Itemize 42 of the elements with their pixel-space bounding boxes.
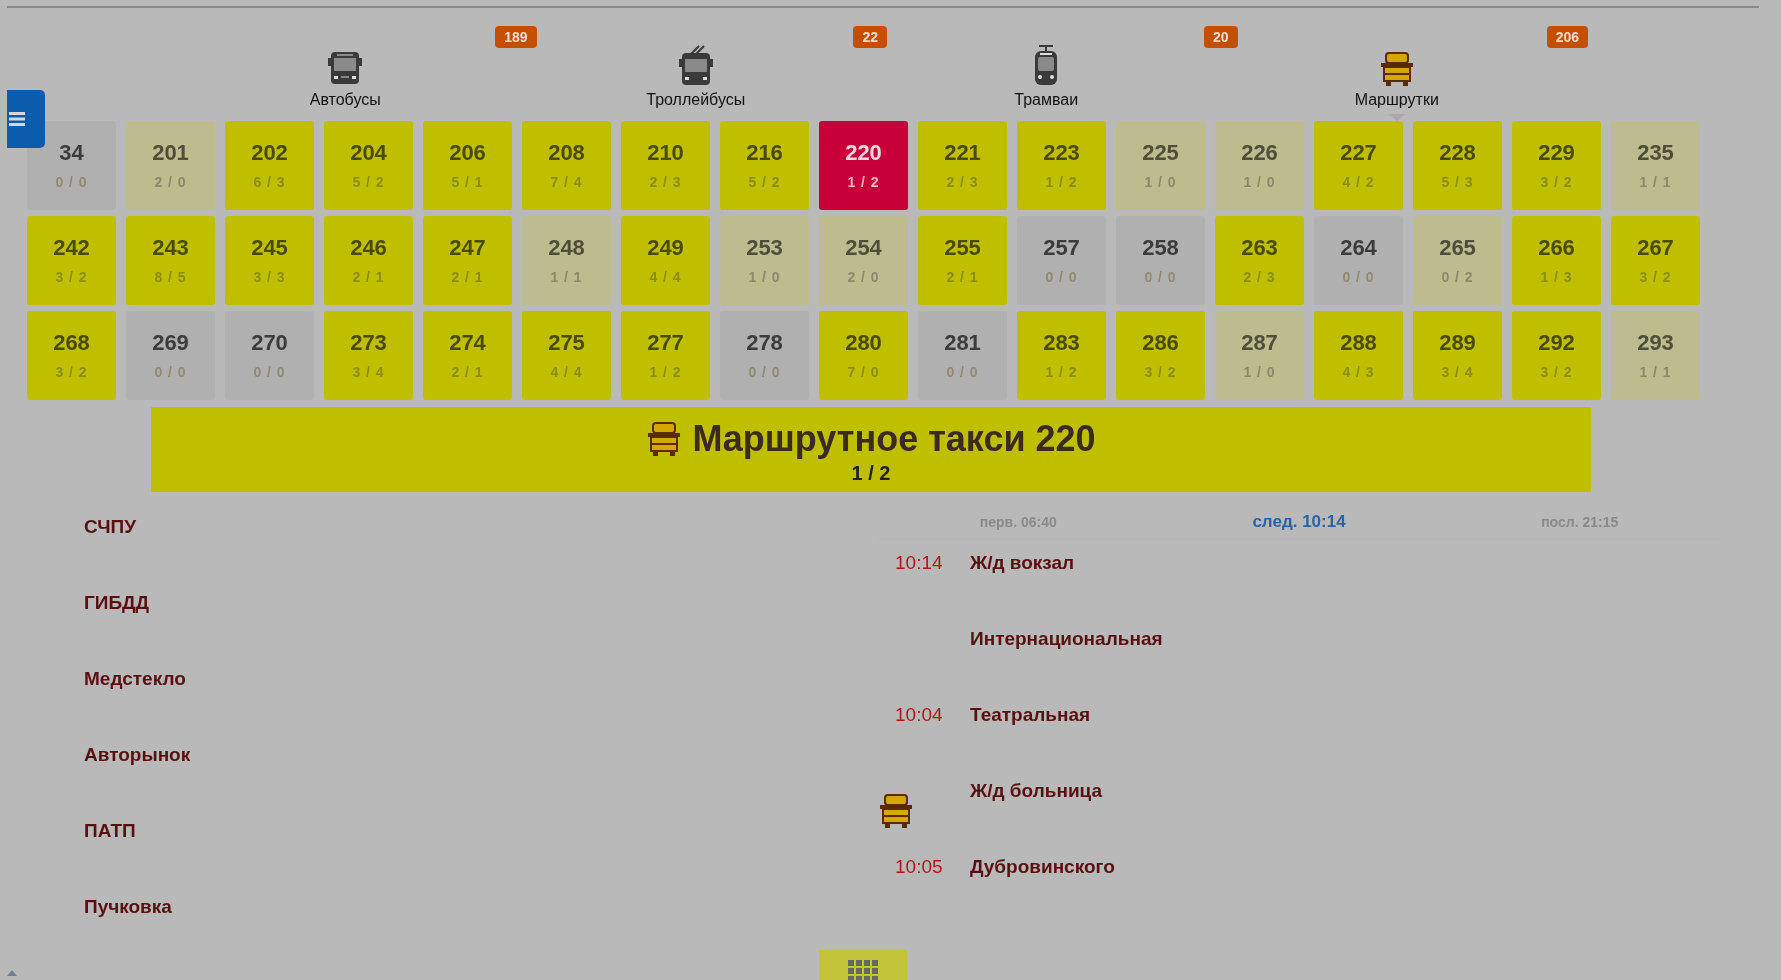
stop-link[interactable]: Ж/д больница	[970, 777, 1103, 805]
stop-link[interactable]: Дубровинского	[970, 853, 1115, 881]
route-counts: 1 / 2	[851, 461, 891, 485]
transport-tab[interactable]: Автобусы	[309, 48, 381, 121]
arrival-time: 10:14	[895, 552, 943, 574]
arrival-time: 10:05	[895, 856, 943, 878]
stop-link[interactable]: ПАТП	[84, 820, 136, 842]
transport-tab[interactable]: Троллейбусы	[646, 44, 746, 121]
scroll-up-icon[interactable]	[7, 970, 17, 976]
route-tile[interactable]: 258 0 / 0	[1116, 215, 1205, 305]
menu-icon	[9, 112, 25, 126]
transport-tab[interactable]: Маршрутки	[1354, 50, 1439, 121]
stop-link[interactable]: Интернациональная	[970, 625, 1163, 653]
route-tile[interactable]: 270 0 / 0	[225, 310, 314, 400]
transport-tab[interactable]: Трамваи	[1014, 44, 1079, 121]
count-badge: 206	[1546, 26, 1588, 48]
next-departure: след. 10:14	[1251, 512, 1347, 532]
minibus-icon	[1378, 50, 1415, 87]
menu-button[interactable]	[7, 90, 45, 148]
route-tile[interactable]: 34 0 / 0	[27, 120, 116, 210]
route-title: Маршрутное такси 220	[692, 417, 1096, 460]
stop-link[interactable]: Театральная	[970, 701, 1091, 729]
minibus-icon	[646, 420, 683, 457]
route-tile[interactable]: 257 0 / 0	[1017, 215, 1106, 305]
arrival-time: 10:04	[895, 704, 943, 726]
count-badge: 22	[853, 26, 887, 48]
stop-link[interactable]: ГИБДД	[84, 592, 150, 614]
route-tile[interactable]: 278 0 / 0	[720, 310, 809, 400]
stop-link[interactable]: Медстекло	[84, 668, 186, 690]
route-tile[interactable]: 281 0 / 0	[918, 310, 1007, 400]
stop-link[interactable]: СЧПУ	[84, 516, 137, 538]
route-tile[interactable]: 269 0 / 0	[126, 310, 215, 400]
count-badge: 20	[1203, 26, 1238, 48]
route-tile[interactable]: 220 1 / 2	[819, 120, 908, 210]
grid-icon	[848, 960, 878, 980]
count-badge: 189	[495, 26, 537, 48]
stop-link[interactable]: Авторынок	[84, 744, 191, 766]
stop-link[interactable]: Ж/д вокзал	[970, 549, 1075, 577]
grid-button[interactable]	[819, 950, 907, 980]
route-tile[interactable]: 264 0 / 0	[1314, 215, 1403, 305]
trolleybus-icon	[676, 44, 715, 87]
stop-link[interactable]: Пучковка	[84, 896, 172, 918]
